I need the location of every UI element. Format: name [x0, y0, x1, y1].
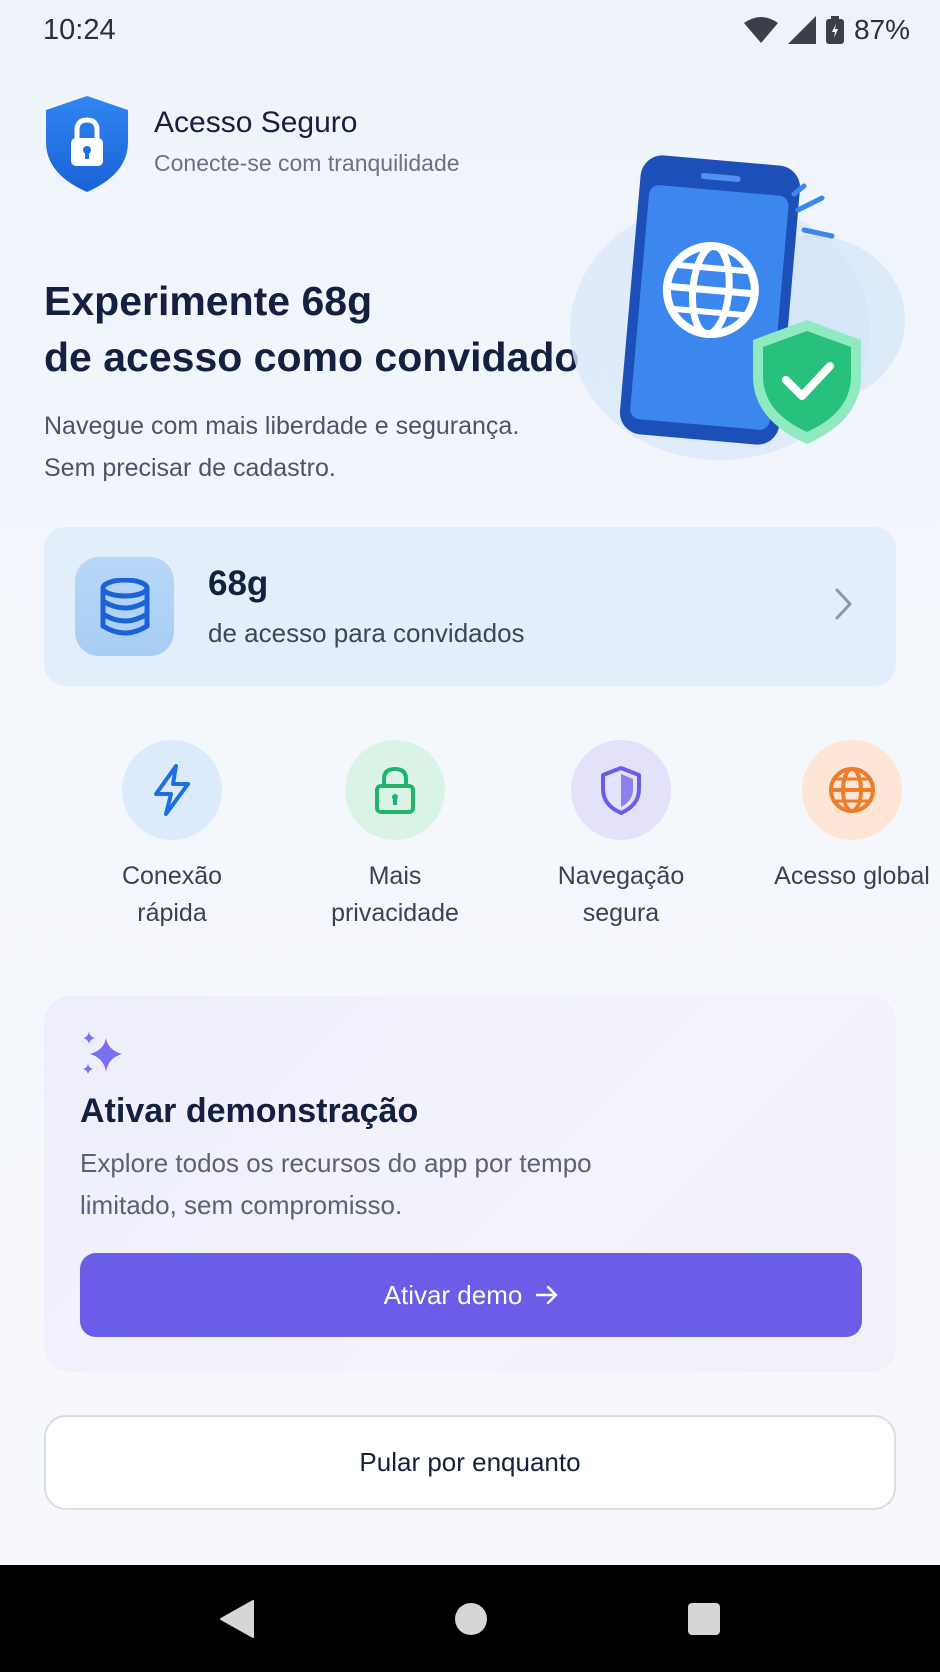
- arrow-right-icon: [536, 1286, 558, 1304]
- feature-icon-circle: [802, 740, 902, 840]
- feature-global-access: Acesso global: [762, 740, 940, 895]
- feature-more-privacy: Mais privacidade: [305, 740, 485, 932]
- demo-description: Explore todos os recursos do app por tem…: [80, 1148, 592, 1220]
- guest-access-card[interactable]: 68g de acesso para convidados: [44, 527, 896, 686]
- cell-signal-icon: [787, 16, 816, 44]
- feature-secure-browsing: Navegação segura: [531, 740, 711, 932]
- brand-tagline: Conecte-se com tranquilidade: [154, 150, 460, 176]
- sparkle-icon: [83, 1032, 122, 1074]
- feature-label-line2: segura: [582, 899, 660, 927]
- database-icon-box: [75, 557, 174, 656]
- feature-label-line2: rápida: [137, 899, 207, 927]
- status-icons: 87%: [743, 14, 910, 46]
- lightning-icon: [154, 764, 190, 816]
- hero-title-line1: Experimente 68g: [44, 278, 373, 324]
- feature-label-line2: privacidade: [331, 899, 459, 927]
- recents-icon[interactable]: [687, 1602, 721, 1636]
- hero-subtitle-line2: Sem precisar de cadastro.: [44, 454, 336, 482]
- globe-icon: [829, 767, 875, 813]
- feature-icon-circle: [122, 740, 222, 840]
- access-amount: 68g: [208, 564, 269, 603]
- feature-label-line1: Acesso global: [774, 862, 930, 890]
- status-bar: 10:24 87%: [0, 0, 940, 60]
- hero-title-line2: de acesso como convidado: [44, 334, 580, 380]
- phone-globe-shield-illustration: [570, 155, 905, 460]
- brand-name: Acesso Seguro: [154, 106, 358, 139]
- demo-title: Ativar demonstração: [80, 1092, 419, 1130]
- features-row: Conexão rápida Mais privacidade Navegaçã…: [44, 740, 930, 932]
- system-nav-bar: [0, 1565, 940, 1672]
- hero-subtitle-line1: Navegue com mais liberdade e segurança.: [44, 412, 520, 440]
- chevron-right-icon: [835, 588, 852, 620]
- wifi-icon: [743, 17, 778, 43]
- access-description: de acesso para convidados: [208, 618, 525, 648]
- feature-label-line1: Conexão: [121, 862, 223, 890]
- shield-lock-logo-icon: [46, 96, 128, 192]
- feature-label-line1: Mais: [368, 862, 422, 890]
- activate-demo-label: Ativar demo: [383, 1279, 523, 1310]
- feature-icon-circle: [345, 740, 445, 840]
- skip-button[interactable]: Pular por enquanto: [44, 1415, 896, 1510]
- battery-percent: 87%: [853, 14, 910, 45]
- database-icon: [100, 577, 149, 635]
- battery-icon: [825, 16, 844, 44]
- feature-label-line1: Navegação: [557, 862, 685, 890]
- shield-icon: [601, 766, 641, 815]
- home-icon[interactable]: [453, 1601, 489, 1637]
- brand-header: Acesso Seguro Conecte-se com tranquilida…: [44, 94, 460, 194]
- feature-icon-circle: [571, 740, 671, 840]
- lock-icon: [375, 766, 415, 814]
- hero-title: Experimente 68g de acesso como convidado: [44, 273, 579, 385]
- back-icon[interactable]: [219, 1599, 255, 1639]
- feature-fast-connection: Conexão rápida: [82, 740, 262, 932]
- demo-card: Ativar demonstração Explore todos os rec…: [44, 996, 896, 1372]
- activate-demo-button[interactable]: Ativar demo: [80, 1253, 862, 1337]
- hero-subtitle: Navegue com mais liberdade e segurança. …: [44, 405, 519, 489]
- status-time: 10:24: [43, 13, 116, 46]
